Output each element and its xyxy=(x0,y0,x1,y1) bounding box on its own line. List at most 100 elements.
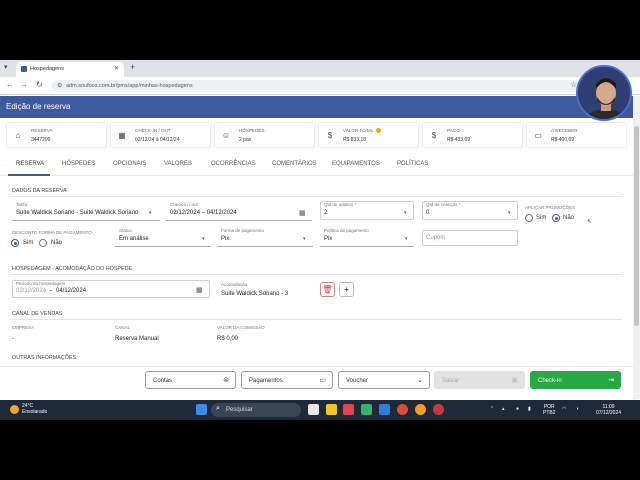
url-field[interactable]: ⚙ adm.soufoco.com.br/pms/app/minhas-hosp… xyxy=(52,80,592,92)
weather-widget[interactable]: 24°C Ensolarado xyxy=(22,403,47,415)
trash-icon: 🗑 xyxy=(322,285,333,294)
pagamentos-button[interactable]: Pagamentos ▭ xyxy=(241,371,333,389)
criancas-value: 0 xyxy=(426,210,430,216)
record-icon[interactable] xyxy=(433,404,444,415)
clock-date: 07/12/2024 xyxy=(596,410,622,416)
chevron-down-icon[interactable]: ▾ xyxy=(149,210,152,216)
tab-title: Hospedagens xyxy=(30,66,64,72)
canal-label: CANAL xyxy=(115,325,131,330)
promocoes-sim-radio[interactable] xyxy=(525,214,533,222)
field-underline xyxy=(12,220,160,221)
close-tab-icon[interactable]: ✕ xyxy=(114,65,119,72)
tray-chevron-icon[interactable]: ⌃ xyxy=(490,406,494,412)
status-select[interactable]: Em análise xyxy=(119,236,149,242)
tab-politicas[interactable]: POLÍTICAS xyxy=(397,161,428,167)
chevron-down-icon[interactable]: ▾ xyxy=(202,236,205,242)
network-icon[interactable]: ▴ xyxy=(502,406,505,412)
battery-icon[interactable]: ▮ xyxy=(528,406,531,412)
promocoes-nao-label[interactable]: Não xyxy=(563,215,574,221)
language-indicator[interactable]: POR PTB2 xyxy=(543,404,556,416)
card-value: 2 pax xyxy=(239,137,252,143)
page-header: Edição de reserva xyxy=(0,96,633,118)
tab-opcionais[interactable]: OPCIONAIS xyxy=(113,161,146,167)
promocoes-nao-radio[interactable] xyxy=(552,214,560,222)
tab-equipamentos[interactable]: EQUIPAMENTOS xyxy=(332,161,380,167)
wifi-icon[interactable]: ◠ xyxy=(562,406,566,412)
back-icon[interactable]: ← xyxy=(6,80,14,89)
salvar-button[interactable]: Salvar ▣ xyxy=(434,371,525,389)
reload-icon[interactable]: ↻ xyxy=(36,80,43,89)
desconto-label: DESCONTO FORMA DE PAGAMENTO xyxy=(12,230,92,235)
tab-ocorrencias[interactable]: OCORRÊNCIAS xyxy=(211,161,256,167)
voucher-label: Voucher xyxy=(346,378,369,384)
chevron-down-icon[interactable]: ▾ xyxy=(508,210,511,216)
clock[interactable]: 11:09 07/12/2024 xyxy=(596,404,621,416)
checkin-button[interactable]: Check-in ⇥ xyxy=(530,371,621,389)
forma-pagamento-select[interactable]: Pix xyxy=(221,236,229,242)
checkin-range-input[interactable]: 02/12/2024 – 04/12/2024 xyxy=(170,210,237,216)
site-info-icon[interactable]: ⚙ xyxy=(57,82,62,89)
save-icon: ▣ xyxy=(511,377,518,384)
field-underline xyxy=(115,246,211,247)
adultos-label: Qtd de adultos * xyxy=(324,202,357,207)
app-icon[interactable] xyxy=(415,404,426,415)
voucher-dropdown[interactable]: Voucher ⌄ xyxy=(338,371,430,389)
promocoes-label: APLICAR PROMOÇÕES xyxy=(525,205,576,210)
section-title-outras: OUTRAS INFORMAÇÕES xyxy=(12,355,77,361)
tab-menu-icon[interactable]: ▾ xyxy=(4,63,8,71)
desconto-sim-radio[interactable] xyxy=(11,239,19,247)
scrollbar-thumb[interactable] xyxy=(634,126,639,326)
contas-button[interactable]: Contas ⊜ xyxy=(145,371,236,389)
tab-valores[interactable]: VALORES xyxy=(164,161,192,167)
acomodacao-label: Acomodação xyxy=(221,282,248,287)
search-icon: ⌕ xyxy=(216,405,220,412)
chevron-down-icon[interactable]: ▾ xyxy=(405,236,408,242)
summary-cards: ⌂ RESERVA 3447299 ▦ CHECK-IN / OUT 02/12… xyxy=(2,122,632,150)
browser-address-bar: ← → ↻ ⚙ adm.soufoco.com.br/pms/app/minha… xyxy=(0,77,640,95)
politica-pagamento-label: Política de pagamento xyxy=(324,228,369,233)
periodo-start: 02/12/2024 xyxy=(16,288,47,294)
calendar-icon[interactable]: ▦ xyxy=(299,209,306,217)
politica-pagamento-select[interactable]: Pix xyxy=(324,236,332,242)
status-label: Status xyxy=(119,228,132,233)
divider xyxy=(10,274,622,275)
taskbar-search[interactable]: ⌕ Pesquisar xyxy=(211,403,301,417)
delete-acomodacao-button[interactable]: 🗑 xyxy=(320,282,335,297)
divider xyxy=(10,196,622,197)
url-text: adm.soufoco.com.br/pms/app/minhas-hosped… xyxy=(66,83,193,89)
windows-taskbar: 24°C Ensolarado ⌕ Pesquisar ⌃ ▴ ● ▮ POR … xyxy=(0,400,640,420)
calendar-icon[interactable]: ▦ xyxy=(196,286,203,294)
mic-icon[interactable]: ● xyxy=(516,406,519,412)
tab-hospedes[interactable]: HÓSPEDES xyxy=(62,161,95,167)
tarifa-select[interactable]: Suite Waldick Soriano - Suite Waldick So… xyxy=(16,210,138,216)
periodo-label: Período da hospedagem xyxy=(16,281,66,286)
browser-tab[interactable]: Hospedagens ✕ xyxy=(16,62,124,77)
contas-label: Contas xyxy=(153,378,173,384)
file-explorer-icon[interactable] xyxy=(326,404,337,415)
app-icon[interactable] xyxy=(343,404,354,415)
promocoes-sim-label[interactable]: Sim xyxy=(536,215,546,221)
new-tab-icon[interactable]: + xyxy=(130,62,135,72)
desconto-nao-label[interactable]: Não xyxy=(51,240,62,246)
tab-comentarios[interactable]: COMENTÁRIOS xyxy=(272,161,317,167)
windows-start-icon[interactable] xyxy=(196,404,207,415)
desconto-sim-label[interactable]: Sim xyxy=(23,240,33,246)
salvar-label: Salvar xyxy=(442,378,460,384)
card-label: RESERVA xyxy=(31,128,53,133)
add-acomodacao-button[interactable]: + xyxy=(339,282,354,297)
info-icon[interactable] xyxy=(375,128,381,133)
canal-value: Reserva Manual xyxy=(115,336,159,342)
forward-icon[interactable]: → xyxy=(20,80,28,89)
app-icon[interactable] xyxy=(361,404,372,415)
volume-icon[interactable]: ◖ xyxy=(576,406,579,412)
task-view-icon[interactable] xyxy=(308,404,319,415)
chevron-down-icon[interactable]: ▾ xyxy=(404,210,407,216)
chevron-down-icon[interactable]: ▾ xyxy=(303,236,306,242)
page-scrollbar[interactable] xyxy=(633,96,640,399)
edge-icon[interactable] xyxy=(379,404,390,415)
desconto-nao-radio[interactable] xyxy=(39,239,47,247)
chrome-icon[interactable] xyxy=(397,404,408,415)
card-hospedes: ☺ HÓSPEDES 2 pax xyxy=(214,122,315,148)
taskbar-search-label: Pesquisar xyxy=(226,407,253,413)
tab-reserva[interactable]: RESERVA xyxy=(16,161,44,167)
